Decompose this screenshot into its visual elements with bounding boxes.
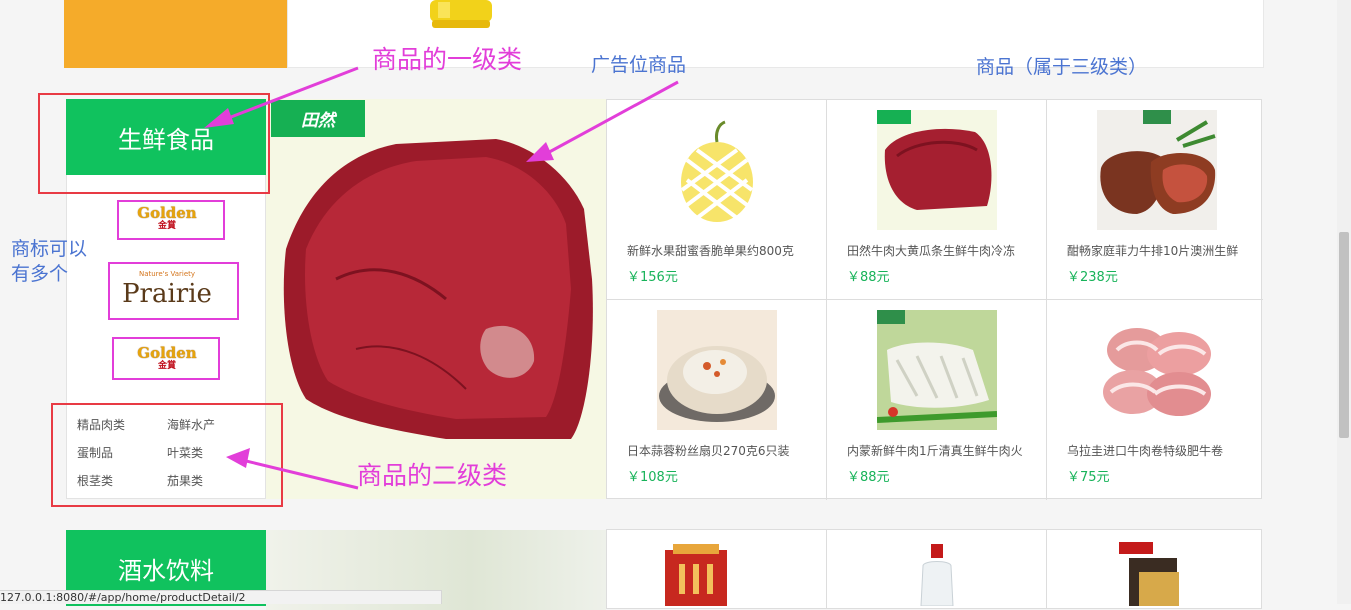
arrow-head-icon bbox=[526, 142, 554, 162]
arrow-head-icon bbox=[226, 448, 250, 468]
scrollbar-thumb[interactable] bbox=[1339, 232, 1349, 438]
arrow-head-icon bbox=[204, 108, 234, 128]
arrow-line bbox=[217, 66, 359, 124]
arrow-line bbox=[541, 80, 679, 158]
annotation-arrows bbox=[204, 66, 679, 490]
arrow-line bbox=[241, 458, 359, 490]
status-url-bar: 127.0.0.1:8080/#/app/home/productDetail/… bbox=[0, 590, 442, 604]
